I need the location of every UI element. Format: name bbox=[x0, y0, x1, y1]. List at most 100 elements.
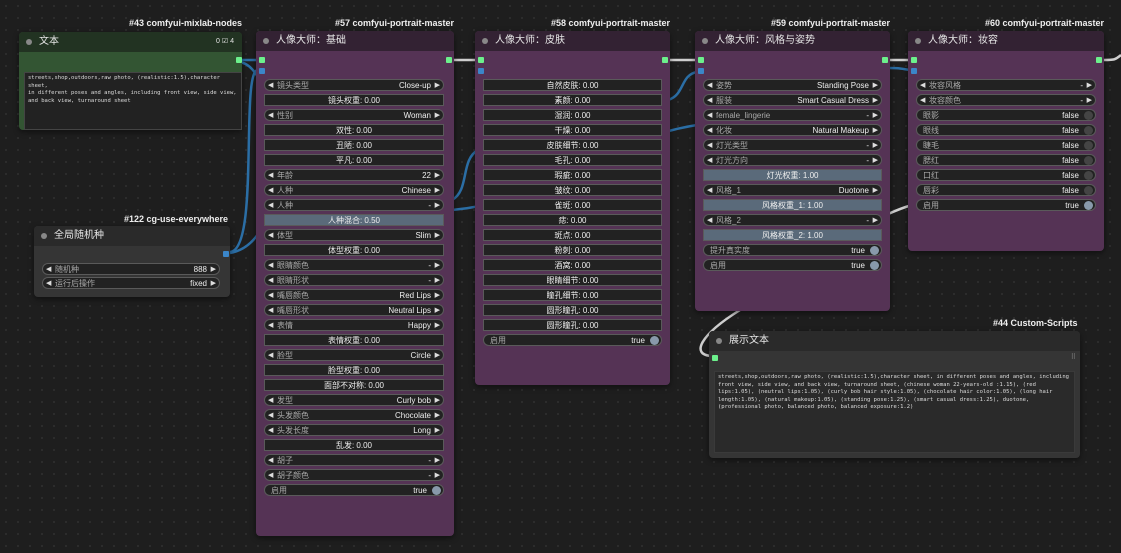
increment-arrow-icon[interactable]: ▶ bbox=[435, 305, 440, 315]
slider-widget[interactable]: 灯光权重: 1.00 bbox=[703, 169, 882, 181]
combo-widget[interactable]: ◀ 胡子颜色 - ▶ bbox=[264, 469, 444, 481]
increment-arrow-icon[interactable]: ▶ bbox=[873, 155, 878, 165]
decrement-arrow-icon[interactable]: ◀ bbox=[268, 80, 273, 90]
portrait-skin-output-slot[interactable] bbox=[662, 57, 668, 63]
combo-widget[interactable]: ◀ 嘴唇形状 Neutral Lips ▶ bbox=[264, 304, 444, 316]
decrement-arrow-icon[interactable]: ◀ bbox=[268, 305, 273, 315]
increment-arrow-icon[interactable]: ▶ bbox=[435, 350, 440, 360]
slider-widget[interactable]: 人种混合: 0.50 bbox=[264, 214, 444, 226]
increment-arrow-icon[interactable]: ▶ bbox=[873, 95, 878, 105]
increment-arrow-icon[interactable]: ▶ bbox=[435, 455, 440, 465]
combo-widget[interactable]: ◀ 嘴唇颜色 Red Lips ▶ bbox=[264, 289, 444, 301]
increment-arrow-icon[interactable]: ▶ bbox=[1087, 95, 1092, 105]
combo-widget[interactable]: ◀ 眼睛形状 - ▶ bbox=[264, 274, 444, 286]
decrement-arrow-icon[interactable]: ◀ bbox=[268, 110, 273, 120]
slider-widget[interactable]: 瑕疵: 0.00 bbox=[483, 169, 662, 181]
combo-widget[interactable]: ◀ 发型 Curly bob ▶ bbox=[264, 394, 444, 406]
toggle-knob-icon[interactable] bbox=[1084, 126, 1093, 135]
slider-widget[interactable]: 皮肤细节: 0.00 bbox=[483, 139, 662, 151]
combo-widget[interactable]: ◀ 镜头类型 Close-up ▶ bbox=[264, 79, 444, 91]
toggle-widget[interactable]: 启用 true bbox=[264, 484, 444, 496]
collapse-dot-icon[interactable] bbox=[26, 39, 32, 45]
decrement-arrow-icon[interactable]: ◀ bbox=[707, 125, 712, 135]
slider-widget[interactable]: 酒窝: 0.00 bbox=[483, 259, 662, 271]
collapse-dot-icon[interactable] bbox=[482, 38, 488, 44]
increment-arrow-icon[interactable]: ▶ bbox=[873, 140, 878, 150]
portrait-makeup-input-slot[interactable] bbox=[911, 57, 917, 63]
portrait-base-output-slot[interactable] bbox=[446, 57, 452, 63]
increment-arrow-icon[interactable]: ▶ bbox=[873, 80, 878, 90]
portrait-skin-node[interactable]: 人像大师：皮肤 自然皮肤: 0.00 素颜: 0.00 湿润: 0.00 干燥: 0.… bbox=[475, 31, 670, 385]
combo-widget[interactable]: ◀ 表情 Happy ▶ bbox=[264, 319, 444, 331]
text-output-slot[interactable] bbox=[236, 57, 242, 63]
show-text-input-slot[interactable] bbox=[712, 355, 718, 361]
slider-widget[interactable]: 粉刺: 0.00 bbox=[483, 244, 662, 256]
slider-widget[interactable]: 圆形瞳孔: 0.00 bbox=[483, 304, 662, 316]
seed-widget[interactable]: ◀ 随机种 888 ▶ bbox=[42, 263, 220, 275]
combo-widget[interactable]: ◀ 风格_2 - ▶ bbox=[703, 214, 882, 226]
slider-widget[interactable]: 脸型权重: 0.00 bbox=[264, 364, 444, 376]
slider-widget[interactable]: 斑点: 0.00 bbox=[483, 229, 662, 241]
toggle-widget[interactable]: 口红 false bbox=[916, 169, 1096, 181]
combo-widget[interactable]: ◀ 灯光方向 - ▶ bbox=[703, 154, 882, 166]
increment-arrow-icon[interactable]: ▶ bbox=[873, 110, 878, 120]
toggle-widget[interactable]: 腮红 false bbox=[916, 154, 1096, 166]
combo-widget[interactable]: ◀ 风格_1 Duotone ▶ bbox=[703, 184, 882, 196]
resize-grip-icon[interactable]: ⠿ bbox=[1071, 353, 1076, 361]
decrement-arrow-icon[interactable]: ◀ bbox=[268, 410, 273, 420]
increment-arrow-icon[interactable]: ▶ bbox=[211, 264, 216, 274]
portrait-skin-header[interactable]: 人像大师：皮肤 bbox=[475, 31, 670, 51]
slider-widget[interactable]: 素颜: 0.00 bbox=[483, 94, 662, 106]
toggle-widget[interactable]: 眼影 false bbox=[916, 109, 1096, 121]
slider-widget[interactable]: 痣: 0.00 bbox=[483, 214, 662, 226]
increment-arrow-icon[interactable]: ▶ bbox=[435, 290, 440, 300]
slider-widget[interactable]: 风格权重_1: 1.00 bbox=[703, 199, 882, 211]
slider-widget[interactable]: 面部不对称: 0.00 bbox=[264, 379, 444, 391]
portrait-style-node[interactable]: 人像大师：风格与姿势 ◀ 姿势 Standing Pose ▶ ◀ 服装 Smart Cas… bbox=[695, 31, 890, 311]
combo-widget[interactable]: ◀ 头发长度 Long ▶ bbox=[264, 424, 444, 436]
slider-widget[interactable]: 湿润: 0.00 bbox=[483, 109, 662, 121]
seed-output-slot[interactable] bbox=[223, 251, 229, 257]
slider-widget[interactable]: 镜头权重: 0.00 bbox=[264, 94, 444, 106]
toggle-knob-icon[interactable] bbox=[1084, 201, 1093, 210]
toggle-widget[interactable]: 启用 true bbox=[703, 259, 882, 271]
toggle-knob-icon[interactable] bbox=[1084, 156, 1093, 165]
decrement-arrow-icon[interactable]: ◀ bbox=[268, 425, 273, 435]
slider-widget[interactable]: 双性: 0.00 bbox=[264, 124, 444, 136]
toggle-widget[interactable]: 启用 true bbox=[916, 199, 1096, 211]
slider-widget[interactable]: 体型权重: 0.00 bbox=[264, 244, 444, 256]
slider-widget[interactable]: 圆形瞳孔: 0.00 bbox=[483, 319, 662, 331]
decrement-arrow-icon[interactable]: ◀ bbox=[268, 260, 273, 270]
text-node-header[interactable]: 文本 0 ☑ 4 bbox=[19, 32, 242, 52]
increment-arrow-icon[interactable]: ▶ bbox=[873, 125, 878, 135]
toggle-knob-icon[interactable] bbox=[870, 261, 879, 270]
slider-widget[interactable]: 毛孔: 0.00 bbox=[483, 154, 662, 166]
collapse-dot-icon[interactable] bbox=[915, 38, 921, 44]
increment-arrow-icon[interactable]: ▶ bbox=[435, 410, 440, 420]
slider-widget[interactable]: 瞳孔细节: 0.00 bbox=[483, 289, 662, 301]
decrement-arrow-icon[interactable]: ◀ bbox=[268, 290, 273, 300]
slider-widget[interactable]: 自然皮肤: 0.00 bbox=[483, 79, 662, 91]
portrait-base-header[interactable]: 人像大师：基础 bbox=[256, 31, 454, 51]
slider-widget[interactable]: 乱发: 0.00 bbox=[264, 439, 444, 451]
combo-widget[interactable]: ◀ 年龄 22 ▶ bbox=[264, 169, 444, 181]
toggle-widget[interactable]: 眼线 false bbox=[916, 124, 1096, 136]
decrement-arrow-icon[interactable]: ◀ bbox=[46, 264, 51, 274]
portrait-base-input-slot[interactable] bbox=[259, 57, 265, 63]
toggle-knob-icon[interactable] bbox=[870, 246, 879, 255]
toggle-knob-icon[interactable] bbox=[1084, 111, 1093, 120]
toggle-knob-icon[interactable] bbox=[1084, 141, 1093, 150]
increment-arrow-icon[interactable]: ▶ bbox=[211, 278, 216, 288]
toggle-widget[interactable]: 唇彩 false bbox=[916, 184, 1096, 196]
show-text-header[interactable]: 展示文本 bbox=[709, 331, 1080, 351]
show-text-output[interactable]: streets,shop,outdoors,raw photo, (realis… bbox=[714, 371, 1075, 453]
show-text-node[interactable]: 展示文本 ⠿ streets,shop,outdoors,raw photo, … bbox=[709, 331, 1080, 458]
toggle-widget[interactable]: 睫毛 false bbox=[916, 139, 1096, 151]
decrement-arrow-icon[interactable]: ◀ bbox=[268, 470, 273, 480]
toggle-knob-icon[interactable] bbox=[650, 336, 659, 345]
combo-widget[interactable]: ◀ 化妆 Natural Makeup ▶ bbox=[703, 124, 882, 136]
combo-widget[interactable]: ◀ 头发颜色 Chocolate ▶ bbox=[264, 409, 444, 421]
portrait-makeup-node[interactable]: 人像大师：妆容 ◀ 妆容风格 - ▶ ◀ 妆容颜色 - ▶ 眼影 false 眼线 false 睫毛 fa… bbox=[908, 31, 1104, 251]
toggle-knob-icon[interactable] bbox=[1084, 186, 1093, 195]
slider-widget[interactable]: 雀斑: 0.00 bbox=[483, 199, 662, 211]
